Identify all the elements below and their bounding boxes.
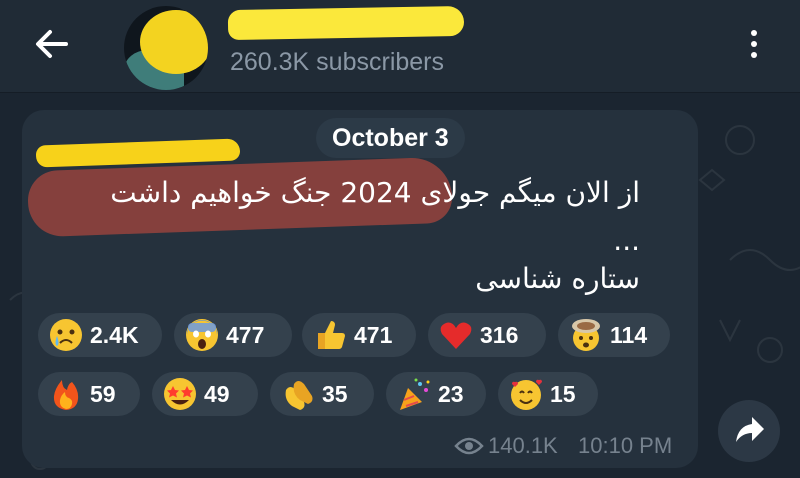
- smiling-face-with-hearts-icon: [511, 379, 542, 410]
- reaction-star-struck[interactable]: 49: [152, 372, 258, 416]
- screaming-face-icon: [186, 319, 218, 351]
- reaction-count: 2.4K: [90, 321, 139, 348]
- reaction-count: 114: [610, 321, 648, 348]
- arrow-left-icon: [36, 30, 68, 58]
- reaction-exploding-head[interactable]: 114: [558, 313, 670, 357]
- channel-header: 260.3K subscribers: [0, 0, 800, 93]
- clapping-hands-icon: [285, 381, 313, 410]
- exploding-head-icon: [572, 319, 600, 351]
- reaction-count: 35: [322, 380, 348, 407]
- reaction-party-popper[interactable]: 23: [386, 372, 486, 416]
- channel-avatar[interactable]: [124, 6, 208, 90]
- star-struck-icon: [164, 378, 196, 410]
- reaction-red-heart[interactable]: 316: [428, 313, 546, 357]
- eye-icon: [454, 437, 484, 455]
- channel-title-redaction: [227, 5, 465, 41]
- share-button[interactable]: [718, 400, 780, 462]
- back-button[interactable]: [28, 24, 76, 64]
- share-arrow-icon: [736, 417, 764, 442]
- fire-icon: [53, 380, 79, 410]
- message-time: 10:10 PM: [578, 433, 673, 458]
- reaction-count: 477: [226, 321, 265, 348]
- reaction-count: 15: [550, 380, 576, 407]
- reaction-thumbs-up[interactable]: 471: [302, 313, 416, 357]
- message-text-line: از الان میگم جولای 2024 جنگ خواهیم داشت: [110, 176, 640, 209]
- more-options-button[interactable]: [740, 24, 768, 64]
- reaction-count: 471: [354, 321, 393, 348]
- message-text-line: ...: [613, 224, 640, 257]
- reaction-smiling-face-with-hearts[interactable]: 15: [498, 372, 598, 416]
- reaction-crying-face[interactable]: 2.4K: [38, 313, 162, 357]
- view-count: 140.1K: [488, 433, 558, 458]
- reaction-fire[interactable]: 59: [38, 372, 140, 416]
- reaction-count: 59: [90, 380, 116, 407]
- more-vertical-icon: [751, 30, 757, 36]
- reaction-count: 23: [438, 380, 464, 407]
- message-text-line: ستاره شناسی: [475, 262, 640, 295]
- subscriber-count: 260.3K subscribers: [230, 48, 445, 76]
- crying-face-icon: [50, 319, 82, 351]
- reaction-count: 49: [204, 380, 230, 407]
- reaction-count: 316: [480, 321, 519, 348]
- avatar-redaction: [140, 10, 208, 74]
- thumbs-up-icon: [318, 321, 345, 349]
- party-popper-icon: [400, 378, 430, 410]
- date-badge: October 3: [316, 118, 465, 158]
- reaction-clapping-hands[interactable]: 35: [270, 372, 374, 416]
- red-heart-icon: [440, 322, 472, 349]
- reaction-screaming-face[interactable]: 477: [174, 313, 292, 357]
